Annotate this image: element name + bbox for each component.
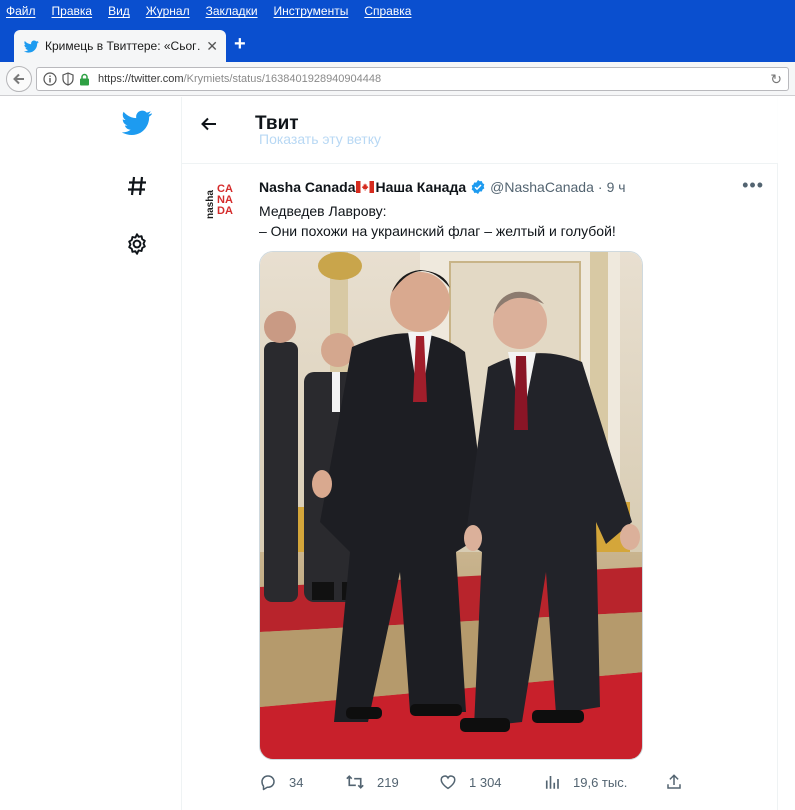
page-header: Показать эту ветку Твит xyxy=(182,97,778,164)
back-arrow-icon xyxy=(13,73,24,85)
menu-bar: Файл Правка Вид Журнал Закладки Инструме… xyxy=(0,0,795,22)
hashtag-icon xyxy=(128,176,146,196)
main-column: Показать эту ветку Твит nasha CA NA DA N… xyxy=(181,97,778,810)
tweet-text: Медведев Лаврову: – Они похожи на украин… xyxy=(259,201,759,241)
svg-text:DA: DA xyxy=(217,205,233,217)
url-text: https://twitter.com/Krymiets/status/1638… xyxy=(98,73,382,85)
new-tab-plus-icon[interactable]: + xyxy=(234,34,246,54)
retweet-count: 219 xyxy=(377,774,399,790)
tweet-time[interactable]: 9 ч xyxy=(607,179,626,195)
menu-bookmarks[interactable]: Закладки xyxy=(206,4,258,18)
menu-tools[interactable]: Инструменты xyxy=(274,4,349,18)
menu-edit[interactable]: Правка xyxy=(52,4,93,18)
dot-separator: · xyxy=(597,179,603,195)
tweet-photo[interactable] xyxy=(259,251,643,760)
verified-badge-icon xyxy=(470,179,486,195)
analytics-bars-icon xyxy=(545,776,559,789)
display-name-cyrillic[interactable]: Наша Канада xyxy=(375,179,466,195)
nasha-canada-logo: nasha CA NA DA xyxy=(204,181,244,221)
twitter-favicon-icon xyxy=(24,39,39,53)
user-handle[interactable]: @NashaCanada xyxy=(490,179,594,195)
twitter-bird-icon xyxy=(122,110,152,135)
settings-gear-icon xyxy=(128,233,146,255)
navigation-bar: https://twitter.com/Krymiets/status/1638… xyxy=(0,62,795,96)
tweet-text-line-2: – Они похожи на украинский флаг – желтый… xyxy=(259,223,616,239)
like-count: 1 304 xyxy=(469,774,502,790)
reply-button[interactable]: 34 xyxy=(259,773,303,791)
tweet-text-line-1: Медведев Лаврову: xyxy=(259,203,387,219)
reload-icon[interactable]: ↻ xyxy=(770,71,782,88)
header-back-button[interactable] xyxy=(200,115,218,138)
photo-kremlin-hall xyxy=(260,252,642,759)
tracking-shield-icon[interactable] xyxy=(62,72,74,86)
tweet-actions: 34 219 1 304 19,6 тыс. xyxy=(259,773,689,795)
padlock-icon[interactable] xyxy=(79,73,90,86)
reply-bubble-icon xyxy=(261,775,275,791)
like-button[interactable]: 1 304 xyxy=(439,773,502,791)
twitter-home-link[interactable] xyxy=(110,110,164,136)
tab-strip: Кримець в Твиттере: «Сьог… ✕ + xyxy=(0,22,795,62)
retweet-icon xyxy=(346,775,364,789)
tab-title: Кримець в Твиттере: «Сьог… xyxy=(45,39,201,53)
views-count: 19,6 тыс. xyxy=(573,774,628,790)
reply-count: 34 xyxy=(289,774,304,790)
canada-flag-icon xyxy=(356,181,375,193)
share-upload-icon xyxy=(667,774,681,789)
tweet-author-line: Nasha Canada Наша Канада @NashaCanada · … xyxy=(259,179,626,195)
settings-link[interactable] xyxy=(110,232,164,256)
menu-help[interactable]: Справка xyxy=(364,4,411,18)
svg-text:nasha: nasha xyxy=(205,190,216,219)
retweet-button[interactable]: 219 xyxy=(345,773,399,791)
menu-file[interactable]: Файл xyxy=(6,4,36,18)
browser-back-button[interactable] xyxy=(6,66,32,92)
display-name[interactable]: Nasha Canada xyxy=(259,179,355,195)
avatar[interactable]: nasha CA NA DA xyxy=(204,181,244,221)
more-options-icon[interactable]: ••• xyxy=(742,175,764,196)
tab-close-icon[interactable]: ✕ xyxy=(206,38,218,55)
page-title: Твит xyxy=(255,113,299,134)
info-icon[interactable] xyxy=(43,72,57,86)
heart-icon xyxy=(440,775,456,790)
explore-link[interactable] xyxy=(110,174,164,198)
menu-history[interactable]: Журнал xyxy=(146,4,190,18)
menu-view[interactable]: Вид xyxy=(108,4,130,18)
views-button[interactable]: 19,6 тыс. xyxy=(543,773,627,791)
address-bar[interactable]: https://twitter.com/Krymiets/status/1638… xyxy=(36,67,789,91)
browser-tab[interactable]: Кримець в Твиттере: «Сьог… ✕ xyxy=(14,30,226,62)
share-button[interactable] xyxy=(665,773,683,791)
back-arrow-icon xyxy=(201,117,216,131)
